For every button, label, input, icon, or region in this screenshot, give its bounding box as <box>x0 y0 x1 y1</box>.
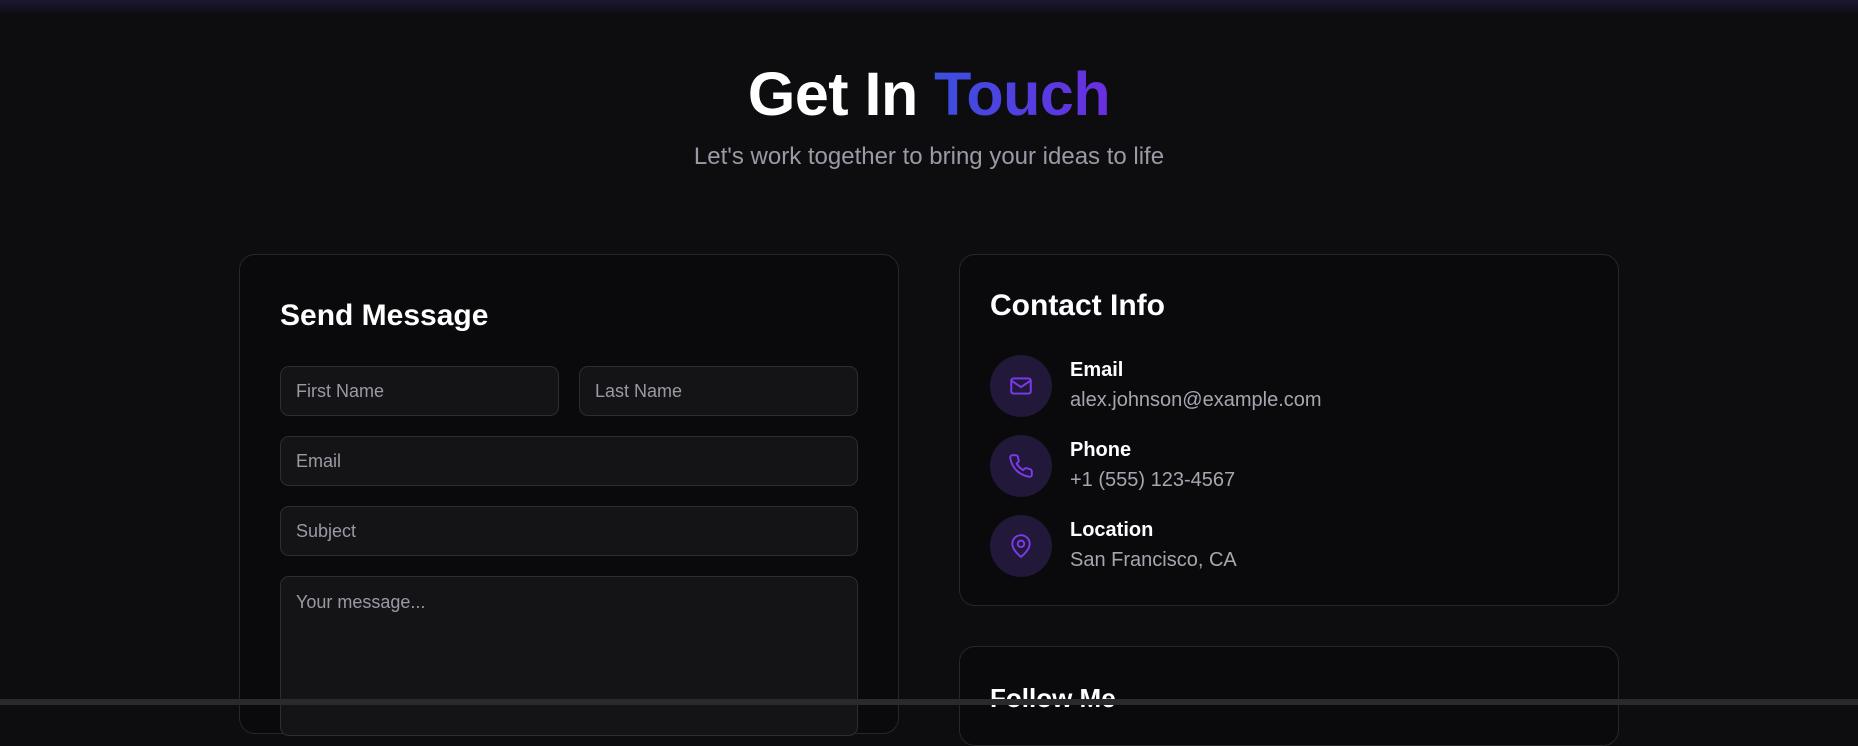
mail-icon <box>990 355 1052 417</box>
top-glow <box>0 0 1858 14</box>
contact-phone-label: Phone <box>1070 439 1132 461</box>
contact-item-location: Location San Francisco, CA <box>990 515 1590 577</box>
email-placeholder: Email <box>296 450 342 471</box>
subject-placeholder: Subject <box>296 520 357 541</box>
message-placeholder: Your message... <box>296 592 426 612</box>
message-textarea[interactable]: Your message... <box>280 576 858 736</box>
page-subtitle: Let's work together to bring your ideas … <box>693 143 1165 170</box>
contact-item-phone: Phone +1 (555) 123-4567 <box>990 435 1590 497</box>
contact-email-label: Email <box>1070 359 1124 381</box>
page-title: Get In Touch <box>0 58 1858 130</box>
contact-info-card: Contact Info Email alex.johnson@example.… <box>959 254 1619 606</box>
contact-location-label: Location <box>1070 519 1154 541</box>
first-name-input[interactable]: First Name <box>280 366 559 416</box>
page-title-accent: Touch <box>934 60 1111 128</box>
follow-me-card: Follow Me <box>959 646 1619 746</box>
first-name-placeholder: First Name <box>296 380 385 401</box>
contact-phone-value[interactable]: +1 (555) 123-4567 <box>1070 469 1235 492</box>
email-input[interactable]: Email <box>280 436 858 486</box>
last-name-input[interactable]: Last Name <box>579 366 858 416</box>
subject-input[interactable]: Subject <box>280 506 858 556</box>
send-message-title: Send Message <box>280 299 489 332</box>
contact-item-email: Email alex.johnson@example.com <box>990 355 1590 417</box>
contact-info-title: Contact Info <box>990 289 1165 322</box>
bottom-edge <box>0 699 1858 705</box>
map-pin-icon <box>990 515 1052 577</box>
contact-email-value[interactable]: alex.johnson@example.com <box>1070 389 1322 412</box>
send-message-card: Send Message First Name Last Name Email … <box>239 254 899 736</box>
last-name-placeholder: Last Name <box>595 380 683 401</box>
phone-icon <box>990 435 1052 497</box>
contact-location-value: San Francisco, CA <box>1070 549 1237 571</box>
page-title-main: Get In <box>747 60 935 128</box>
